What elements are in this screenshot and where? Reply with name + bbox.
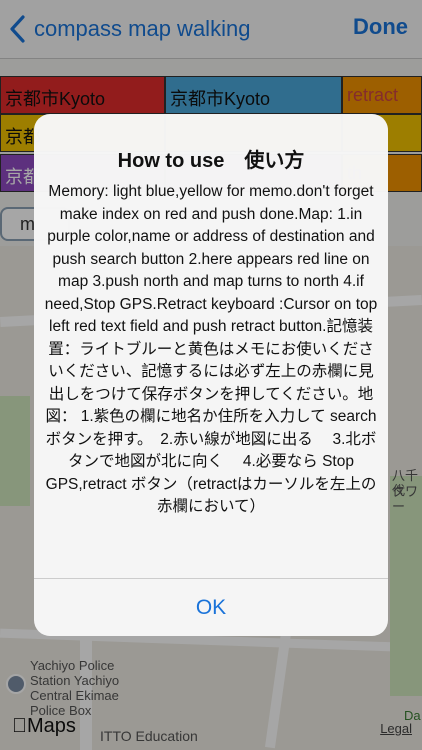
alert-message: Memory: light blue,yellow for memo.don't… [44,183,378,515]
ok-button[interactable]: OK [34,579,388,636]
how-to-use-alert: How to use 使い方 Memory: light blue,yellow… [34,114,388,636]
alert-title: How to use 使い方 [117,150,305,172]
